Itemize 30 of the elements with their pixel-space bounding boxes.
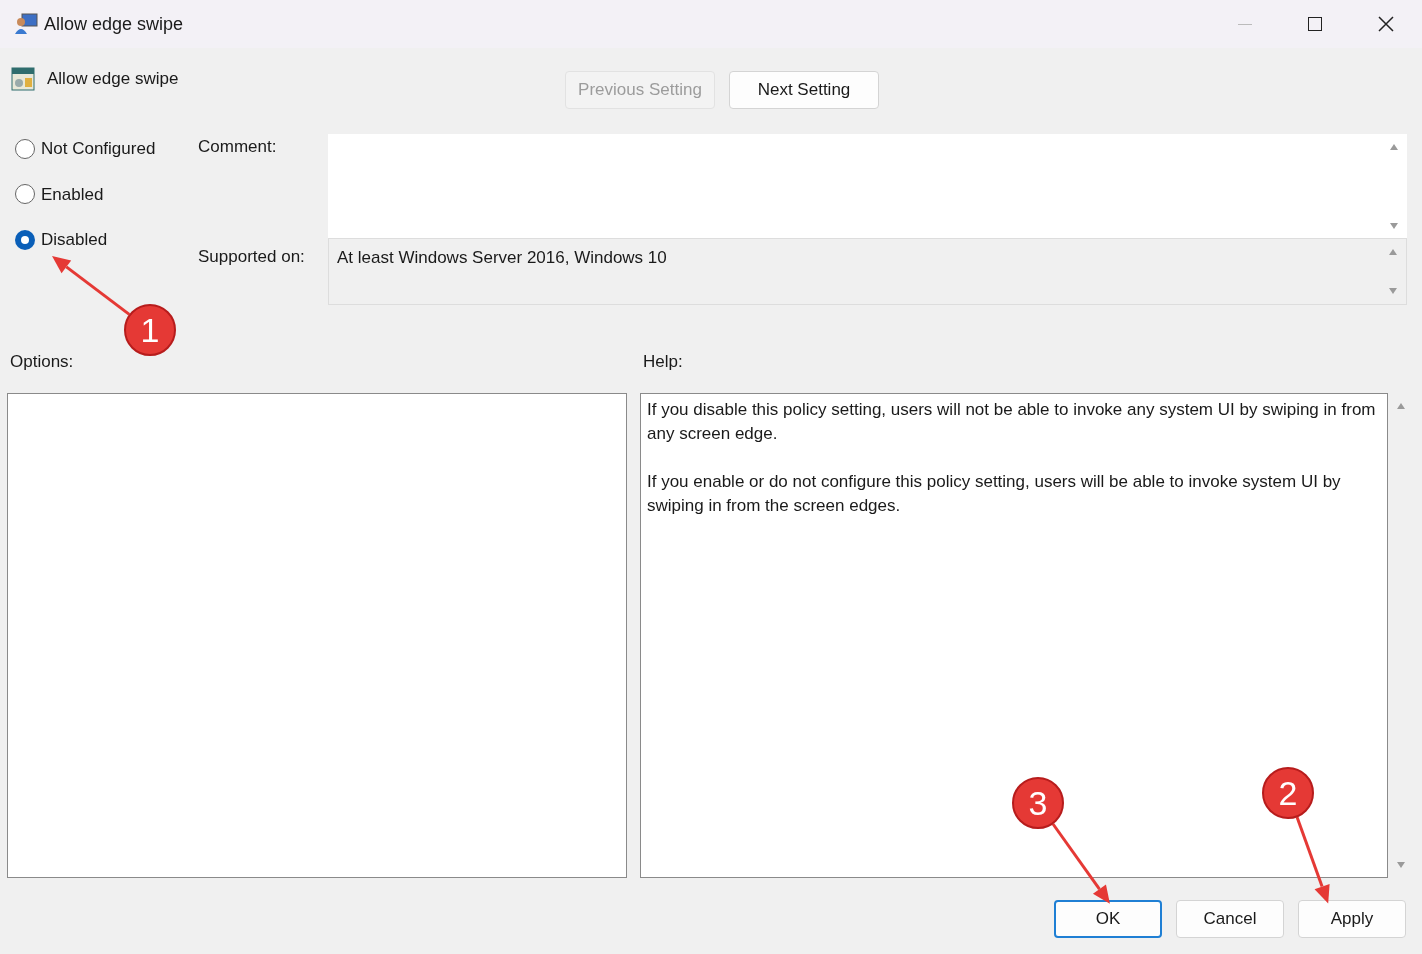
supported-on-label: Supported on: [197, 246, 306, 268]
help-text: If you enable or do not configure this policy setting, users will be able to invoke system UI by swiping in from the screen edges. [647, 471, 1342, 517]
radio-button[interactable] [15, 138, 35, 159]
comment-label: Comment: [197, 136, 278, 158]
policy-setting-icon [11, 66, 35, 91]
scroll-up-icon[interactable] [1390, 144, 1398, 150]
supported-on-value: At least Windows Server 2016, Windows 10 [336, 247, 668, 269]
help-text: If you disable this policy setting, users will not be able to invoke any system UI by swiping in from any screen edge. [647, 399, 1377, 445]
dialog-button[interactable]: Cancel [1176, 900, 1284, 938]
scroll-up-icon[interactable] [1389, 249, 1397, 255]
step-number-badge: 1 [124, 304, 176, 356]
radio-label: Disabled [41, 229, 108, 251]
scroll-down-icon[interactable] [1389, 288, 1397, 294]
nav-button[interactable]: Next Setting [729, 71, 879, 109]
comment-field[interactable] [328, 134, 1407, 240]
scroll-down-icon[interactable] [1397, 862, 1405, 868]
radio-button[interactable] [15, 229, 35, 250]
close-icon [1378, 16, 1394, 32]
radio-label: Not Configured [41, 138, 156, 160]
radio-button[interactable] [15, 184, 35, 205]
computer-user-icon [14, 13, 38, 35]
scroll-up-icon[interactable] [1397, 403, 1405, 409]
help-label: Help: [642, 351, 683, 373]
policy-name: Allow edge swipe [47, 68, 179, 90]
dialog-button[interactable]: Apply [1298, 900, 1406, 938]
options-label: Options: [9, 351, 75, 373]
dialog-button[interactable]: OK [1054, 900, 1162, 938]
window-title: Allow edge swipe [44, 12, 184, 36]
radio-label: Enabled [41, 183, 104, 206]
scroll-down-icon[interactable] [1390, 223, 1398, 229]
